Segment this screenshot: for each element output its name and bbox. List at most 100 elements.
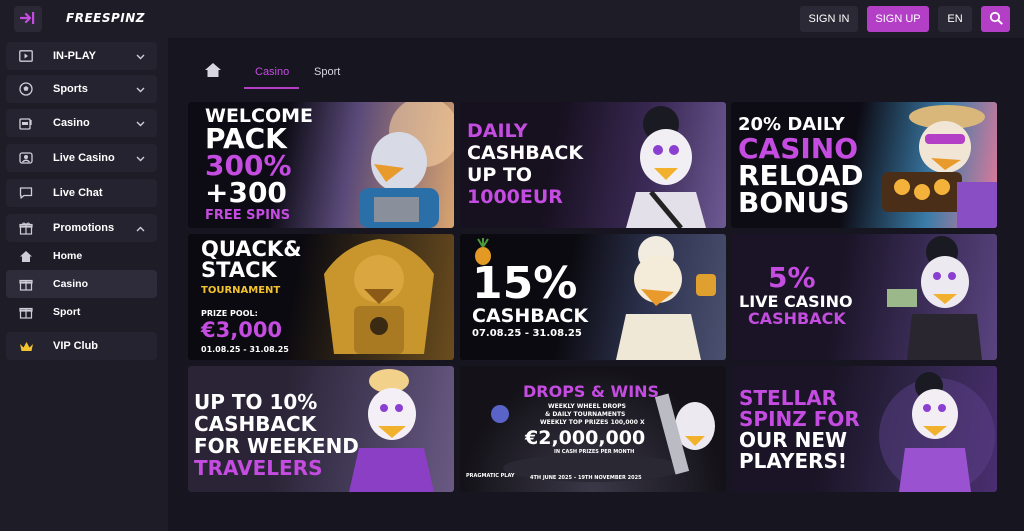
promo-card-live-casino-cashback[interactable]: 5% LIVE CASINO CASHBACK (731, 234, 997, 360)
sidebar-item-label: Live Chat (53, 187, 103, 199)
search-icon (989, 11, 1003, 28)
duck-mascot-image (879, 372, 995, 492)
promo-line: WEEKLY WHEEL DROPS (548, 403, 626, 410)
sidebar-item-label: Casino (53, 117, 90, 129)
promo-line: STACK (201, 258, 277, 282)
sidebar-item-in-play[interactable]: IN-PLAY (6, 42, 157, 70)
promotions-sub-casino[interactable]: Casino (6, 270, 157, 298)
sidebar-item-live-chat[interactable]: Live Chat (6, 179, 157, 207)
tab-sport[interactable]: Sport (314, 66, 340, 78)
promo-line: SPINZ FOR (739, 407, 860, 431)
chat-bubble-icon (18, 185, 34, 201)
promo-line: PRIZE POOL: (201, 309, 258, 318)
promo-line: 4TH JUNE 2025 – 19TH NOVEMBER 2025 (530, 475, 642, 481)
promo-line: 15% (472, 258, 578, 309)
sidebar-item-casino[interactable]: Casino (6, 109, 157, 137)
sign-in-button[interactable]: SIGN IN (800, 6, 858, 32)
active-tab-indicator (244, 87, 299, 89)
promo-card-daily-cashback[interactable]: DAILY CASHBACK UP TO 1000EUR (460, 102, 726, 228)
duck-mascot-image (359, 102, 454, 228)
promo-line: +300 (205, 176, 287, 209)
chevron-down-icon (136, 153, 145, 165)
pharaoh-duck-image (324, 239, 434, 354)
promo-line: OUR NEW (739, 428, 848, 452)
promo-line: & DAILY TOURNAMENTS (545, 411, 626, 418)
promo-line: DAILY (467, 120, 528, 142)
crown-icon (18, 338, 34, 354)
collapse-arrow-icon (19, 10, 36, 29)
promo-line: STELLAR (739, 386, 838, 410)
sidebar-item-promotions[interactable]: Promotions (6, 214, 157, 242)
soccer-ball-icon (18, 81, 34, 97)
slot-machine-icon (18, 115, 34, 131)
promo-line: DROPS & WINS (523, 382, 660, 401)
zeus-duck-image (616, 236, 716, 360)
promo-line: CASHBACK (467, 142, 584, 164)
promo-line: LIVE CASINO (739, 292, 853, 311)
promo-line: UP TO 10% (194, 390, 318, 414)
promo-line: IN CASH PRIZES PER MONTH (554, 449, 635, 455)
tab-casino[interactable]: Casino (255, 66, 289, 78)
search-button[interactable] (981, 6, 1010, 32)
promo-card-casino-reload[interactable]: 20% DAILY CASINO RELOAD BONUS (731, 102, 997, 228)
promo-line: 07.08.25 - 31.08.25 (472, 328, 582, 339)
promotions-sub-sport[interactable]: Sport (6, 298, 157, 326)
gift-icon (18, 304, 34, 320)
sub-item-label: Home (53, 250, 83, 262)
promo-line: CASHBACK (472, 305, 589, 327)
sidebar: IN-PLAY Sports Casino Live Casino Live C… (0, 38, 162, 531)
sidebar-item-label: VIP Club (53, 340, 99, 352)
sidebar-toggle-button[interactable] (14, 6, 42, 32)
sidebar-item-label: Live Casino (53, 152, 115, 164)
sidebar-item-label: Promotions (53, 222, 115, 234)
sign-up-button[interactable]: SIGN UP (867, 6, 929, 32)
promo-line: FOR WEEKEND (194, 434, 359, 458)
live-dealer-icon (18, 150, 34, 166)
chevron-down-icon (136, 118, 145, 130)
pragmatic-play-logo: PRAGMATIC PLAY (466, 473, 515, 479)
promo-line: UP TO (467, 164, 533, 186)
promo-line: PLAYERS! (739, 449, 848, 473)
promo-card-drops-wins[interactable]: DROPS & WINS WEEKLY WHEEL DROPS & DAILY … (460, 366, 726, 492)
sidebar-item-label: Sports (53, 83, 88, 95)
promotions-sub-home[interactable]: Home (6, 242, 157, 270)
promo-line: BONUS (738, 186, 850, 219)
language-selector[interactable]: EN (938, 6, 972, 32)
promo-line: 01.08.25 - 31.08.25 (201, 345, 289, 354)
promo-card-quack-stack[interactable]: QUACK& STACK TOURNAMENT PRIZE POOL: €3,0… (188, 234, 454, 360)
promo-card-welcome-pack[interactable]: WELCOME PACK 300% +300 FREE SPINS (188, 102, 454, 228)
promo-card-15-cashback[interactable]: 15% CASHBACK 07.08.25 - 31.08.25 (460, 234, 726, 360)
promo-line: CASHBACK (748, 309, 846, 328)
duck-mascot-image (349, 369, 434, 492)
brand-logo[interactable]: FREESPINZ (66, 11, 145, 25)
sidebar-item-label: IN-PLAY (53, 50, 96, 62)
gift-icon (18, 276, 34, 292)
chevron-up-icon (136, 223, 145, 235)
home-icon[interactable] (204, 62, 222, 82)
sub-item-label: Sport (53, 306, 81, 318)
promo-card-stellar-spinz[interactable]: STELLAR SPINZ FOR OUR NEW PLAYERS! (731, 366, 997, 492)
main-content: Casino Sport WELCOME PACK 300% +300 FREE… (168, 38, 1024, 531)
sub-item-label: Casino (53, 278, 89, 290)
promo-card-weekend-travelers[interactable]: UP TO 10% CASHBACK FOR WEEKEND TRAVELERS (188, 366, 454, 492)
promo-line: FREE SPINS (205, 208, 291, 223)
promo-tabs: Casino Sport (204, 58, 504, 88)
sidebar-item-vip-club[interactable]: VIP Club (6, 332, 157, 360)
chevron-down-icon (136, 51, 145, 63)
top-header: FREESPINZ SIGN IN SIGN UP EN (0, 0, 1024, 38)
promo-line: QUACK& (201, 237, 302, 261)
sidebar-item-live-casino[interactable]: Live Casino (6, 144, 157, 172)
promo-line: TRAVELERS (194, 456, 323, 480)
promo-line: 1000EUR (467, 186, 563, 208)
chevron-down-icon (136, 84, 145, 96)
play-icon (18, 48, 34, 64)
promo-line: €3,000 (201, 318, 283, 342)
duck-mascot-image (887, 236, 982, 360)
home-icon (18, 248, 34, 264)
sidebar-item-sports[interactable]: Sports (6, 75, 157, 103)
duck-mascot-image (626, 106, 706, 228)
duck-mascot-image (882, 105, 997, 228)
promo-line: 5% (768, 261, 816, 294)
promo-line: CASHBACK (194, 412, 317, 436)
gift-icon (18, 220, 34, 236)
